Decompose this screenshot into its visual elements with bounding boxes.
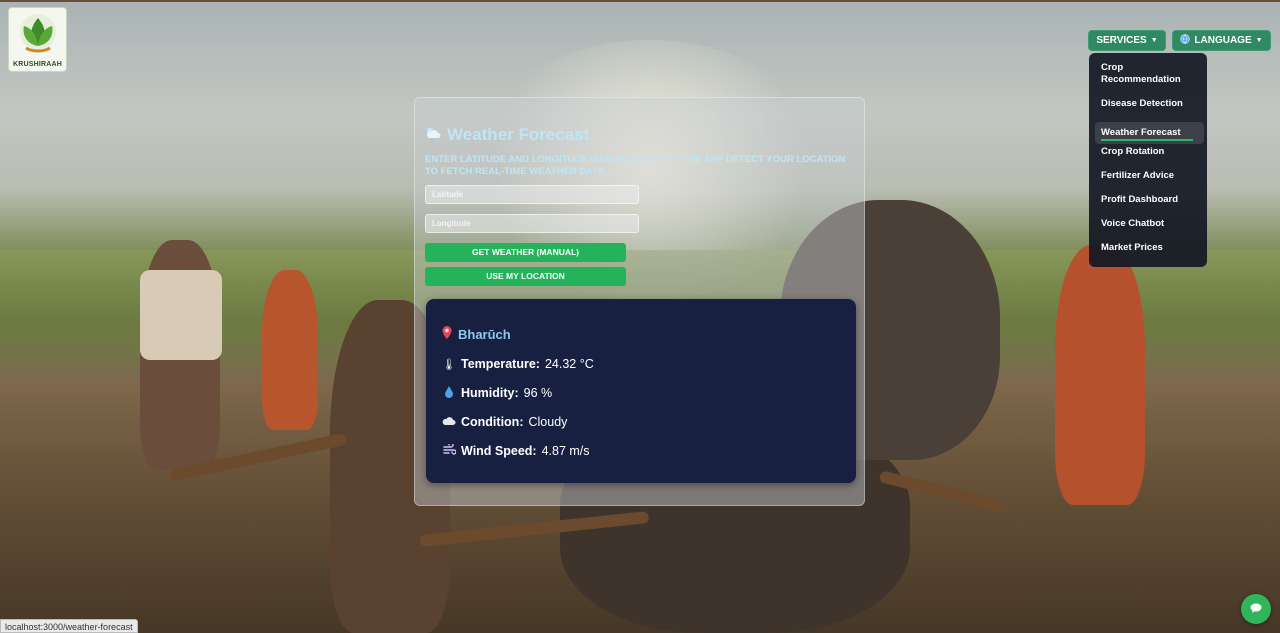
caret-down-icon: ▼ [1255, 37, 1263, 44]
condition-row: Condition: Cloudy [442, 415, 856, 429]
latitude-input[interactable] [425, 185, 639, 204]
weather-result-panel: Bharūch 🌡 Temperature: 24.32 °C Humidity… [426, 299, 856, 483]
temperature-value: 24.32 °C [544, 357, 594, 371]
cloud-icon [442, 416, 456, 429]
menu-item-crop-rotation[interactable]: Crop Rotation [1101, 146, 1204, 170]
menu-item-profit-dashboard[interactable]: Profit Dashboard [1101, 194, 1204, 218]
services-menu: Crop Recommendation Disease Detection We… [1089, 53, 1207, 267]
menu-item-voice-chatbot[interactable]: Voice Chatbot [1101, 218, 1204, 242]
menu-item-market-prices[interactable]: Market Prices [1101, 242, 1204, 266]
language-label: LANGUAGE [1194, 35, 1252, 46]
status-bar-url: localhost:3000/weather-forecast [0, 619, 138, 633]
instructions-text: Enter latitude and longitude manually or… [425, 154, 846, 177]
krushiraah-logo[interactable]: KRUSHIRAAH [8, 7, 67, 72]
chat-icon [1250, 600, 1262, 618]
title-text: Weather Forecast [447, 125, 590, 144]
use-my-location-button[interactable]: USE MY LOCATION [425, 267, 626, 286]
logo-text: KRUSHIRAAH [12, 61, 63, 68]
condition-label: Condition: [461, 415, 524, 429]
globe-icon [1180, 34, 1191, 47]
wind-icon [442, 442, 457, 458]
menu-item-crop-recommendation[interactable]: Crop Recommendation [1101, 62, 1204, 98]
map-pin-icon [442, 326, 452, 342]
humidity-value: 96 % [523, 386, 553, 400]
weather-card: Weather Forecast Enter latitude and long… [414, 97, 865, 506]
wind-label: Wind Speed: [461, 444, 537, 458]
language-dropdown-button[interactable]: LANGUAGE ▼ [1172, 30, 1271, 51]
wind-value: 4.87 m/s [541, 444, 590, 458]
leaf-hands-icon [20, 14, 56, 53]
services-label: SERVICES [1096, 35, 1147, 46]
droplet-icon [442, 385, 456, 401]
thermometer-icon: 🌡 [442, 358, 456, 371]
humidity-label: Humidity: [461, 386, 519, 400]
location-name: Bharūch [458, 326, 511, 342]
menu-item-disease-detection[interactable]: Disease Detection [1101, 98, 1204, 122]
page-title: Weather Forecast [425, 125, 589, 145]
condition-value: Cloudy [528, 415, 568, 429]
humidity-row: Humidity: 96 % [442, 385, 856, 401]
menu-item-weather-forecast[interactable]: Weather Forecast [1095, 122, 1204, 144]
wind-row: Wind Speed: 4.87 m/s [442, 442, 856, 458]
temperature-label: Temperature: [461, 357, 540, 371]
temperature-row: 🌡 Temperature: 24.32 °C [442, 357, 856, 371]
services-dropdown-button[interactable]: SERVICES ▼ [1088, 30, 1166, 51]
longitude-input[interactable] [425, 214, 639, 233]
caret-down-icon: ▼ [1150, 37, 1158, 44]
location-heading: Bharūch [442, 326, 856, 342]
menu-item-fertilizer-advice[interactable]: Fertilizer Advice [1101, 170, 1204, 194]
cloud-sun-icon [425, 125, 441, 145]
chat-bubble-button[interactable] [1241, 594, 1271, 624]
get-weather-manual-button[interactable]: GET WEATHER (MANUAL) [425, 243, 626, 262]
